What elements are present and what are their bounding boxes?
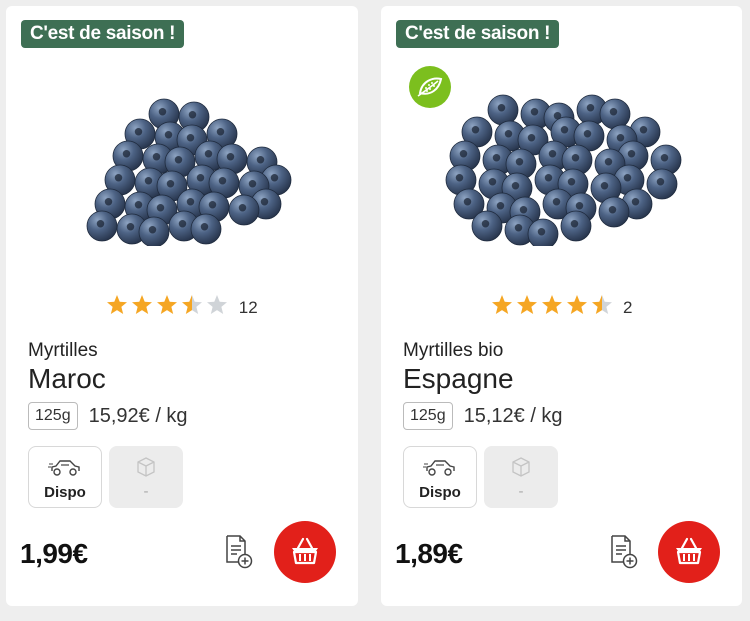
car-icon: [29, 457, 101, 482]
delivery-availability: -: [484, 446, 558, 508]
delivery-availability: -: [109, 446, 183, 508]
blueberry: [228, 194, 260, 226]
pack-info: 125g 15,12€ / kg: [403, 401, 563, 431]
blueberry: [138, 216, 170, 246]
product-name[interactable]: Myrtilles: [28, 340, 98, 362]
product-image[interactable]: [6, 76, 358, 266]
blueberry: [646, 168, 677, 200]
product-card[interactable]: C'est de saison ! 2 Myrtilles bio Espagn…: [381, 6, 742, 606]
add-to-list-icon: [226, 535, 253, 569]
unit-price: 15,92€ / kg: [88, 404, 188, 427]
basket-icon: [292, 537, 318, 565]
product-origin[interactable]: Espagne: [403, 363, 514, 395]
star-icon: [107, 295, 128, 314]
drive-availability[interactable]: Dispo: [28, 446, 102, 508]
blueberry: [599, 98, 630, 130]
star-icon: [157, 295, 178, 314]
add-to-basket-button[interactable]: [658, 521, 720, 583]
rating[interactable]: 12: [6, 294, 358, 318]
delivery-label: -: [143, 483, 149, 500]
box-icon: [484, 456, 558, 483]
price: 1,89€: [395, 538, 463, 569]
rating-stars: [106, 294, 228, 321]
add-to-list-icon: [611, 535, 638, 569]
star-icon: [182, 295, 203, 314]
delivery-label: -: [518, 483, 524, 500]
add-to-basket-button[interactable]: [274, 521, 336, 583]
product-image[interactable]: [381, 76, 742, 266]
basket-icon: [676, 537, 702, 565]
blueberry: [487, 94, 518, 126]
rating[interactable]: 2: [381, 294, 742, 318]
unit-price: 15,12€ / kg: [463, 404, 563, 427]
price: 1,99€: [20, 538, 88, 569]
blueberry: [471, 210, 502, 242]
add-to-list-button[interactable]: [220, 532, 256, 570]
product-origin[interactable]: Maroc: [28, 363, 106, 395]
blueberry: [86, 210, 118, 242]
drive-availability[interactable]: Dispo: [403, 446, 477, 508]
star-icon: [132, 295, 153, 314]
blueberry: [598, 196, 629, 228]
star-icon: [591, 295, 612, 314]
blueberry: [560, 210, 591, 242]
pack-info: 125g 15,92€ / kg: [28, 401, 188, 431]
blueberry: [190, 213, 222, 245]
weight-tag: 125g: [28, 402, 78, 430]
star-icon: [516, 295, 537, 314]
add-to-list-button[interactable]: [605, 532, 641, 570]
drive-label: Dispo: [44, 484, 86, 501]
drive-label: Dispo: [419, 484, 461, 501]
product-card[interactable]: C'est de saison ! 12 Myrtilles Maroc 125…: [6, 6, 358, 606]
star-icon: [207, 295, 228, 314]
star-icon: [491, 295, 512, 314]
car-icon: [404, 457, 476, 482]
box-icon: [109, 456, 183, 483]
season-badge: C'est de saison !: [21, 20, 185, 48]
season-badge: C'est de saison !: [396, 20, 560, 48]
review-count: 12: [238, 297, 258, 317]
star-icon: [566, 295, 587, 314]
weight-tag: 125g: [403, 402, 453, 430]
blueberry: [527, 218, 558, 246]
review-count: 2: [622, 297, 633, 317]
product-name[interactable]: Myrtilles bio: [403, 340, 503, 362]
rating-stars: [491, 294, 613, 321]
star-icon: [541, 295, 562, 314]
